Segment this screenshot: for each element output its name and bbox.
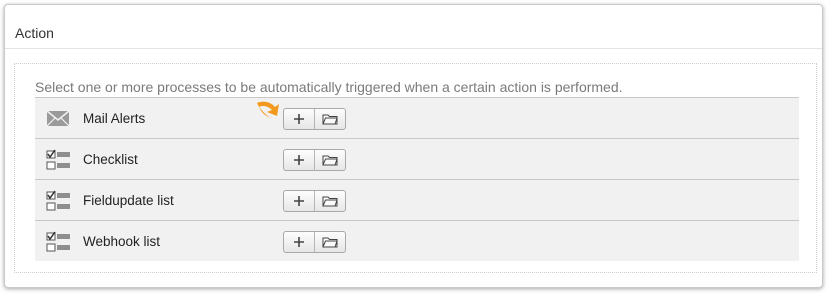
row-actions: [283, 231, 346, 253]
list-item-checklist: Checklist: [35, 138, 799, 179]
pointer-arrow-icon: [255, 98, 281, 124]
plus-icon: [294, 237, 304, 247]
action-panel: Action Select one or more processes to b…: [4, 4, 823, 288]
mail-icon: [46, 108, 70, 128]
row-label: Webhook list: [83, 234, 161, 249]
list-item-mail-alerts: Mail Alerts: [35, 97, 799, 138]
folder-icon: [322, 196, 338, 207]
folder-icon: [322, 237, 338, 248]
browse-button[interactable]: [314, 150, 345, 170]
list-item-webhook-list: Webhook list: [35, 220, 799, 261]
row-actions: [283, 108, 346, 130]
plus-icon: [294, 114, 304, 124]
list-item-fieldupdate-list: Fieldupdate list: [35, 179, 799, 220]
row-actions: [283, 190, 346, 212]
content-box: Select one or more processes to be autom…: [14, 63, 817, 273]
folder-icon: [322, 155, 338, 166]
checklist-icon: [46, 231, 70, 252]
checklist-icon: [46, 190, 70, 211]
add-button[interactable]: [284, 150, 314, 170]
add-button[interactable]: [284, 191, 314, 211]
row-label: Mail Alerts: [83, 111, 146, 126]
process-list: Mail Alerts Checklist Fieldupdate list W…: [35, 97, 799, 261]
row-actions: [283, 149, 346, 171]
browse-button[interactable]: [314, 109, 345, 129]
section-header: Action: [5, 5, 822, 49]
browse-button[interactable]: [314, 191, 345, 211]
row-label: Fieldupdate list: [83, 193, 174, 208]
add-button[interactable]: [284, 232, 314, 252]
folder-icon: [322, 114, 338, 125]
row-label: Checklist: [83, 152, 138, 167]
checklist-icon: [46, 149, 70, 170]
plus-icon: [294, 196, 304, 206]
add-button[interactable]: [284, 109, 314, 129]
hint-text: Select one or more processes to be autom…: [35, 79, 623, 95]
plus-icon: [294, 155, 304, 165]
section-title: Action: [15, 25, 54, 41]
browse-button[interactable]: [314, 232, 345, 252]
